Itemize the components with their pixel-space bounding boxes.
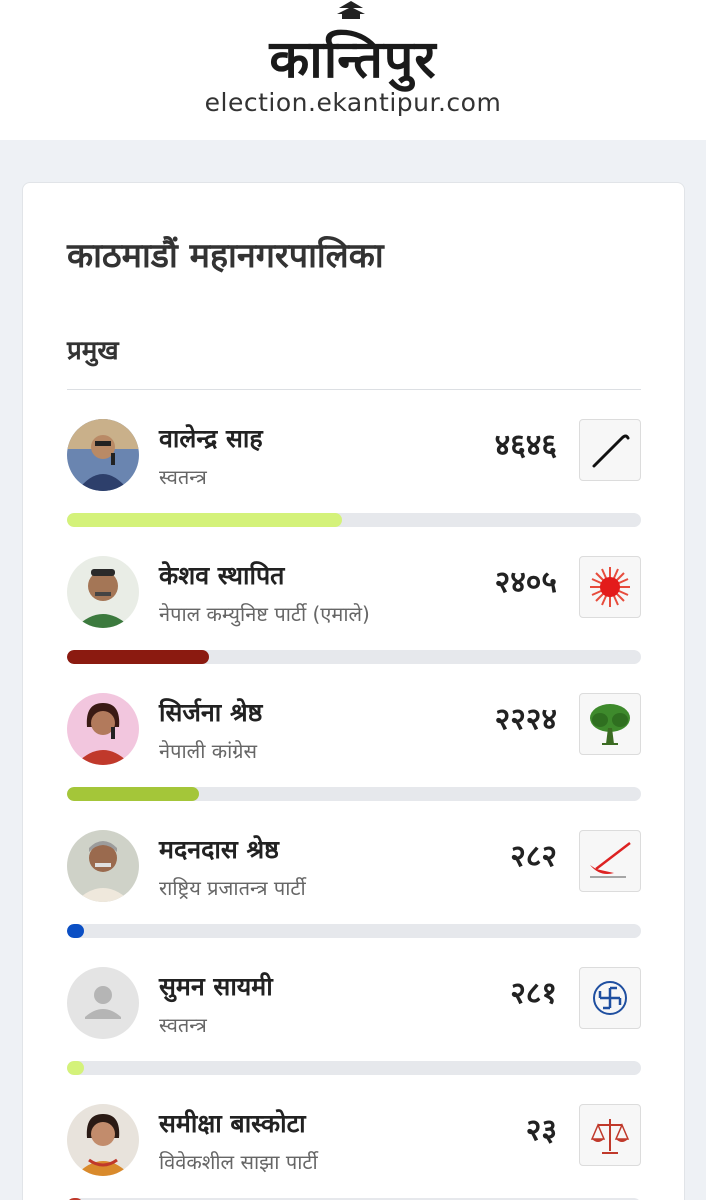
avatar xyxy=(67,556,139,628)
vote-count: २४०५ xyxy=(494,565,557,600)
post-label: प्रमुख xyxy=(67,336,119,366)
candidate-name: मदनदास श्रेष्ठ xyxy=(159,835,279,864)
candidate-row[interactable]: सुमन सायमी स्वतन्त्र २८१ xyxy=(67,967,641,1087)
candidate-row[interactable]: केशव स्थापित नेपाल कम्युनिष्ट पार्टी (एम… xyxy=(67,556,641,676)
vote-count: २८२ xyxy=(510,839,557,874)
vote-bar xyxy=(67,650,641,664)
swastika-icon xyxy=(579,967,641,1029)
candidate-party: नेपाल कम्युनिष्ट पार्टी (एमाले) xyxy=(159,602,370,626)
plough-icon xyxy=(579,830,641,892)
candidate-party: विवेकशील साझा पार्टी xyxy=(159,1150,318,1174)
walking-stick-icon xyxy=(579,419,641,481)
vote-count: २३ xyxy=(525,1113,557,1148)
avatar xyxy=(67,830,139,902)
candidate-party: नेपाली कांग्रेस xyxy=(159,739,258,763)
candidate-name: सुमन सायमी xyxy=(159,972,273,1001)
avatar xyxy=(67,693,139,765)
candidate-party: स्वतन्त्र xyxy=(159,465,207,489)
vote-bar-fill xyxy=(67,787,199,801)
avatar xyxy=(67,967,139,1039)
vote-count: २८१ xyxy=(510,976,557,1011)
avatar xyxy=(67,419,139,491)
sun-icon xyxy=(579,556,641,618)
site-header: कान्तिपुर election.ekantipur.com xyxy=(0,0,706,140)
candidate-name: सिर्जना श्रेष्ठ xyxy=(159,698,263,727)
vote-count: ४६४६ xyxy=(494,428,557,463)
vote-bar-fill xyxy=(67,513,342,527)
kantipur-logo[interactable]: कान्तिपुर xyxy=(0,22,706,93)
avatar xyxy=(67,1104,139,1176)
vote-count: २२२४ xyxy=(494,702,557,737)
candidate-row[interactable]: सिर्जना श्रेष्ठ नेपाली कांग्रेस २२२४ xyxy=(67,693,641,813)
vote-bar-fill xyxy=(67,650,210,664)
candidate-row[interactable]: वालेन्द्र साह स्वतन्त्र ४६४६ xyxy=(67,419,641,539)
candidate-party: राष्ट्रिय प्रजातन्त्र पार्टी xyxy=(159,876,306,900)
results-card: काठमाडौं महानगरपालिका प्रमुख वालेन्द्र स… xyxy=(22,182,685,1200)
candidate-party: स्वतन्त्र xyxy=(159,1013,207,1037)
candidate-row[interactable]: मदनदास श्रेष्ठ राष्ट्रिय प्रजातन्त्र पार… xyxy=(67,830,641,950)
candidate-row[interactable]: समीक्षा बास्कोटा विवेकशील साझा पार्टी २३ xyxy=(67,1104,641,1200)
site-url[interactable]: election.ekantipur.com xyxy=(0,88,706,117)
scales-icon xyxy=(579,1104,641,1166)
vote-bar-fill xyxy=(67,1061,84,1075)
vote-bar-fill xyxy=(67,924,84,938)
vote-bar xyxy=(67,787,641,801)
divider xyxy=(67,389,641,390)
municipality-title: काठमाडौं महानगरपालिका xyxy=(67,236,384,276)
candidate-name: समीक्षा बास्कोटा xyxy=(159,1109,306,1138)
pagoda-crest-icon xyxy=(337,1,365,19)
candidate-name: केशव स्थापित xyxy=(159,561,285,590)
candidate-name: वालेन्द्र साह xyxy=(159,424,263,453)
vote-bar xyxy=(67,924,641,938)
vote-bar xyxy=(67,513,641,527)
vote-bar xyxy=(67,1061,641,1075)
tree-icon xyxy=(579,693,641,755)
